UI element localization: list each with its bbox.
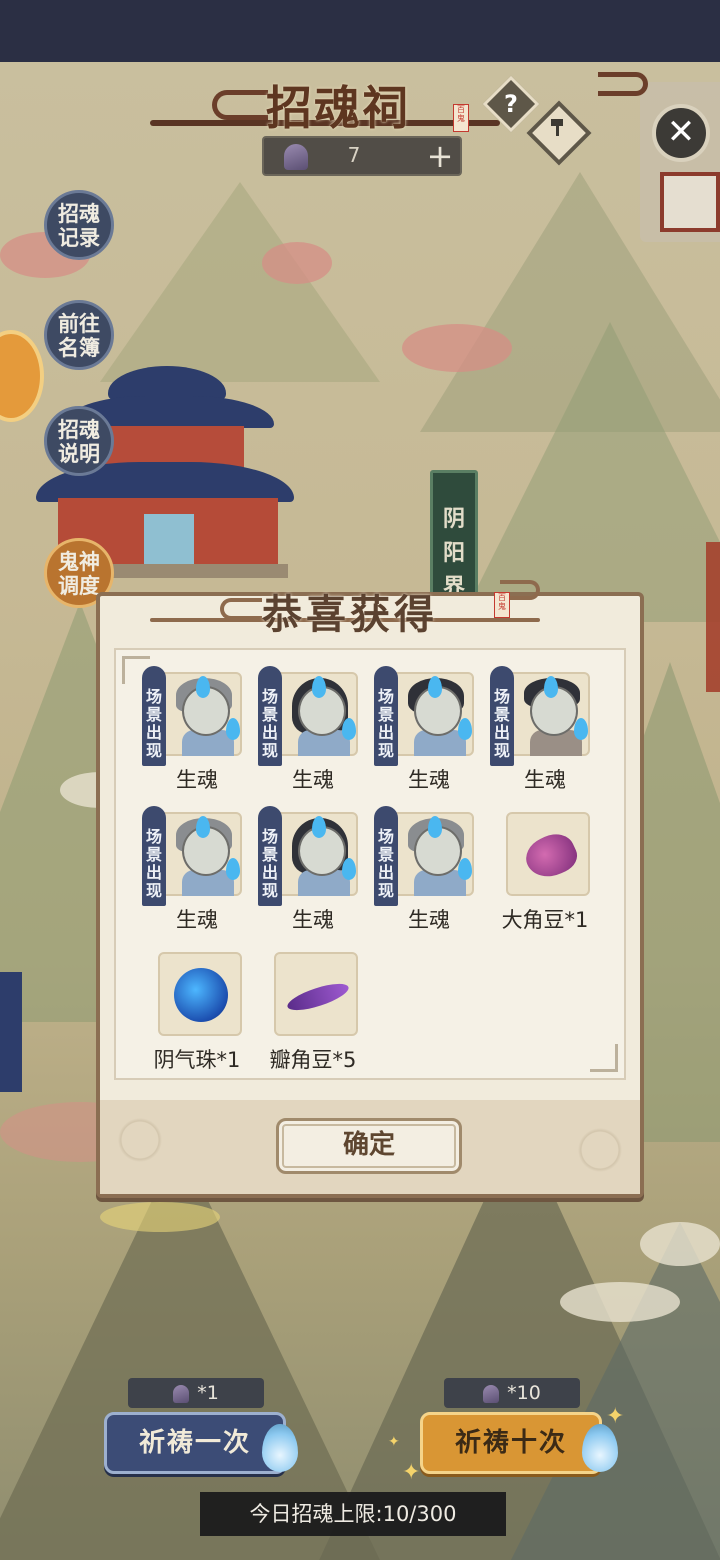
close-icon: ✕ [666,112,696,152]
hammer-icon [540,114,578,152]
reward-dialog: 场景出现 生魂 场景出现 生魂 场景出现 生魂 场景出现 生魂 场景出现 生魂 … [96,592,644,1198]
currency-value: 7 [347,143,361,167]
reward-frame [158,952,242,1036]
daily-summon-limit: 今日招魂上限:10/300 [200,1492,506,1536]
pray-ten-button[interactable]: 祈祷十次 [420,1412,602,1474]
summon-record-label: 招魂 记录 [58,202,100,250]
bell-icon [483,1384,500,1403]
reward-frame [158,812,242,896]
reward-frame [506,812,590,896]
reward-item[interactable]: 场景出现 生魂 [258,666,368,802]
summon-record-button[interactable]: 招魂 记录 [44,190,114,260]
reward-name: 生魂 [176,908,218,932]
yin-orb-icon [174,968,228,1022]
reward-frame [158,672,242,756]
scene-tag: 场景出现 [374,806,398,906]
reward-name: 大角豆*1 [501,908,589,932]
pray-once-button[interactable]: 祈祷一次 [104,1412,286,1474]
reward-name: 生魂 [292,768,334,792]
sparkle-icon: ✦ [402,1460,421,1485]
add-currency-button[interactable]: + [424,140,456,173]
corner-decoration [590,1044,618,1072]
summon-explain-button[interactable]: 招魂 说明 [44,406,114,476]
reward-frame [274,952,358,1036]
scene-tag: 场景出现 [258,806,282,906]
close-button[interactable]: ✕ [652,104,710,162]
status-strip [0,0,720,62]
reward-item[interactable]: 场景出现 生魂 [142,666,252,802]
dialog-title-block: 恭喜获得 百鬼 [140,580,560,640]
reward-frame [390,672,474,756]
reward-item[interactable]: 场景出现 生魂 [374,666,484,802]
reward-item[interactable]: 场景出现 生魂 [490,666,600,802]
reward-frame [506,672,590,756]
pray-once-cost: *1 [128,1378,264,1408]
dialog-title-seal: 百鬼 [494,592,510,618]
thin-bean-icon [284,978,352,1016]
roster-label: 前往 名簿 [58,312,100,360]
scene-tag: 场景出现 [490,666,514,766]
reward-frame [390,812,474,896]
reward-item[interactable]: 场景出现 生魂 [258,806,368,942]
currency-bar: 7 + [262,136,462,176]
scene-tag: 场景出现 [258,666,282,766]
page-title-block: 招魂祠 百鬼 [150,68,648,138]
reward-frame [274,812,358,896]
title-seal: 百鬼 [453,104,469,132]
scene-tag: 场景出现 [374,666,398,766]
reward-name: 阴气珠*1 [153,1048,241,1072]
big-bean-icon [519,827,583,885]
confirm-button[interactable]: 确定 [276,1118,462,1174]
dialog-title: 恭喜获得 [262,591,438,638]
dialog-title-swirl-left [220,598,262,620]
reward-name: 生魂 [408,768,450,792]
bell-icon [284,144,308,170]
pray-ten-cost-value: *10 [507,1382,541,1404]
dialog-footer: 确定 [100,1100,640,1194]
pray-once-cost-value: *1 [197,1382,219,1404]
title-swirl-left [212,90,268,120]
sparkle-icon: ✦ [606,1404,625,1429]
reward-item[interactable]: 大角豆*1 [490,812,600,942]
reward-item[interactable]: 场景出现 生魂 [374,806,484,942]
reward-item[interactable]: 场景出现 生魂 [142,806,252,942]
bell-icon [173,1384,190,1403]
reward-frame [274,672,358,756]
page-title: 招魂祠 [266,81,410,135]
reward-name: 生魂 [524,768,566,792]
reward-item[interactable]: 瓣角豆*5 [258,952,368,1082]
title-swirl-right [598,72,648,96]
reward-grid: 场景出现 生魂 场景出现 生魂 场景出现 生魂 场景出现 生魂 场景出现 生魂 … [114,648,626,1080]
scene-tag: 场景出现 [142,666,166,766]
sparkle-icon: ✦ [388,1434,400,1450]
reward-name: 生魂 [176,768,218,792]
reward-name: 瓣角豆*5 [269,1048,357,1072]
pray-ten-cost: *10 [444,1378,580,1408]
reward-name: 生魂 [408,908,450,932]
ghost-dispatch-label: 鬼神 调度 [58,550,100,598]
summon-explain-label: 招魂 说明 [58,418,100,466]
reward-name: 生魂 [292,908,334,932]
scene-tag: 场景出现 [142,806,166,906]
question-icon: ? [504,90,518,118]
reward-item[interactable]: 阴气珠*1 [142,952,252,1082]
